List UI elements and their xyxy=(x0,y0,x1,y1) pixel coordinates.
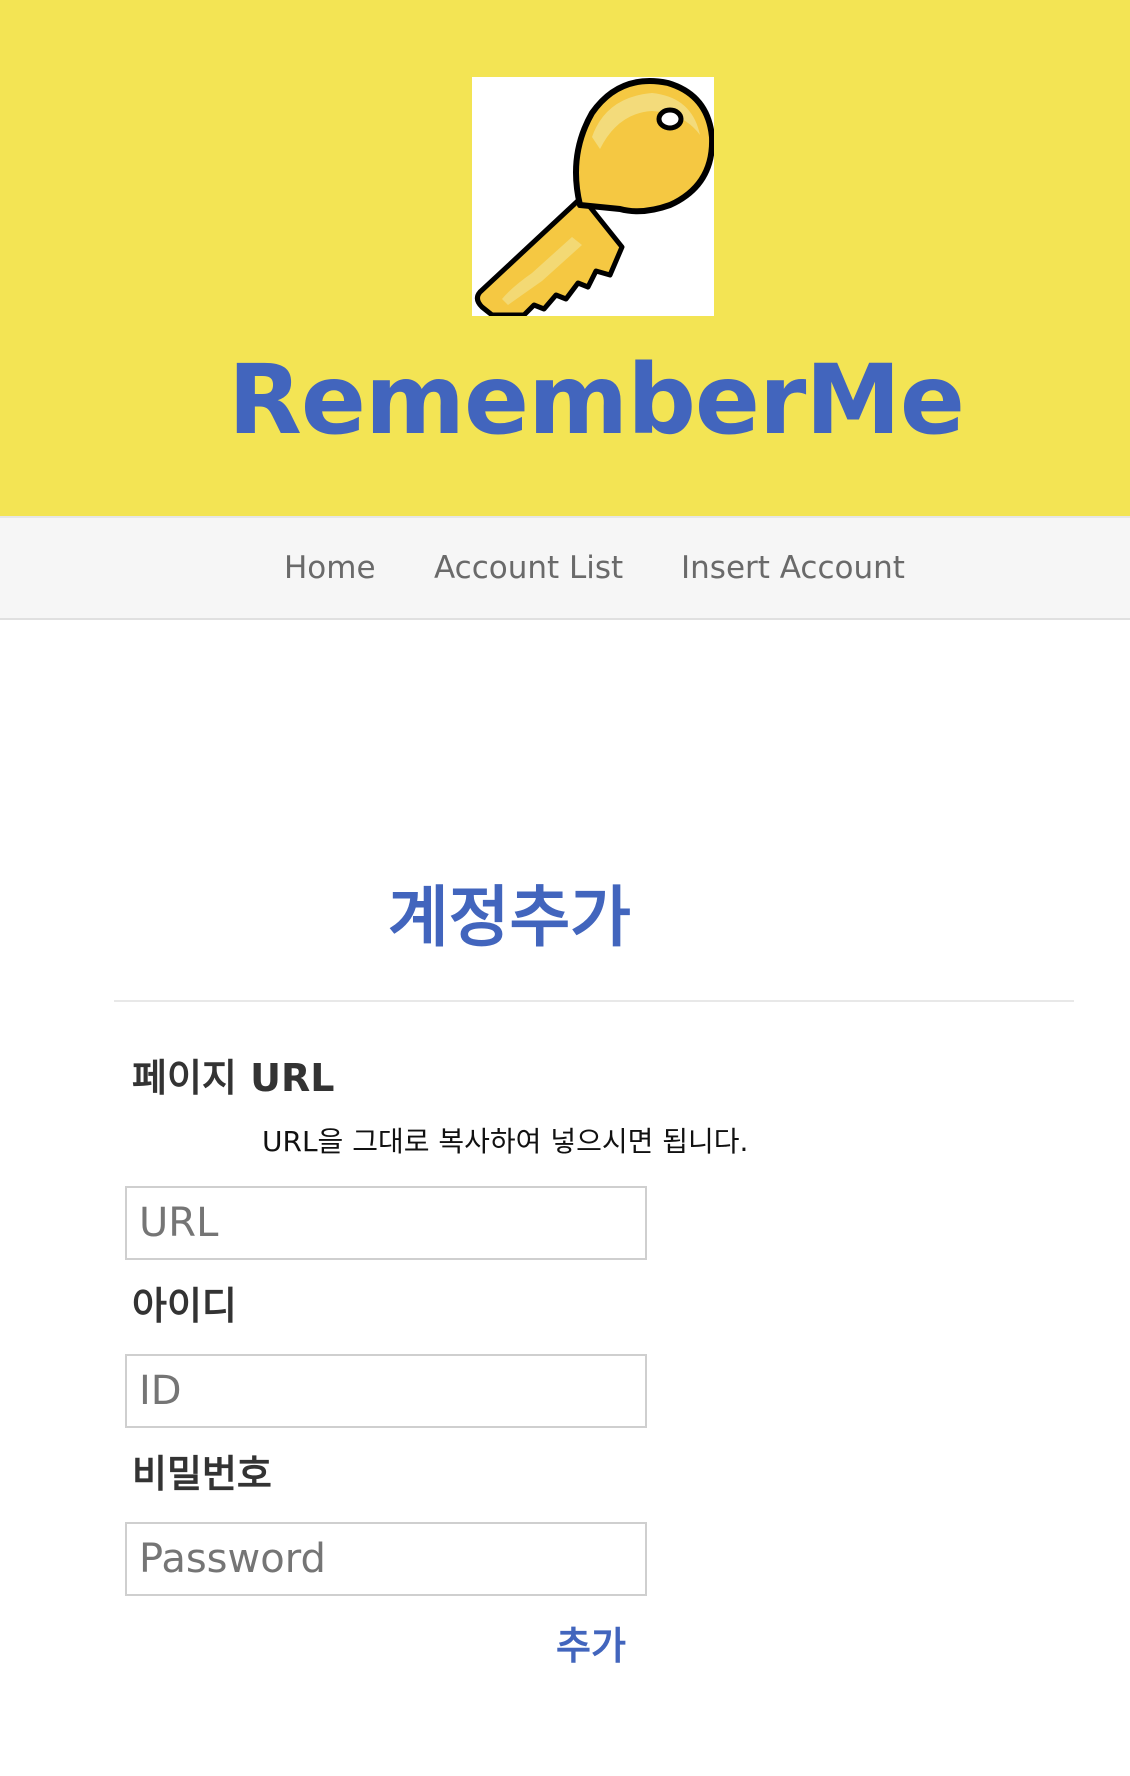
logo[interactable] xyxy=(472,77,714,316)
key-icon xyxy=(474,78,714,316)
nav-account-list[interactable]: Account List xyxy=(434,548,623,588)
main-nav: Home Account List Insert Account xyxy=(0,516,1130,620)
url-label: 페이지 URL xyxy=(132,1056,335,1100)
add-button[interactable]: 추가 xyxy=(556,1622,626,1670)
id-input[interactable] xyxy=(125,1354,647,1428)
nav-home[interactable]: Home xyxy=(284,548,376,588)
id-label: 아이디 xyxy=(132,1284,237,1328)
nav-insert-account[interactable]: Insert Account xyxy=(681,548,905,588)
password-input[interactable] xyxy=(125,1522,647,1596)
url-input[interactable] xyxy=(125,1186,647,1260)
page-title: 계정추가 xyxy=(388,879,631,956)
password-label: 비밀번호 xyxy=(132,1452,272,1496)
url-hint: URL을 그대로 복사하여 넣으시면 됩니다. xyxy=(262,1125,749,1158)
divider xyxy=(114,1000,1074,1002)
brand-title: RememberMe xyxy=(227,344,965,456)
site-header: RememberMe xyxy=(0,0,1130,516)
page: RememberMe Home Account List Insert Acco… xyxy=(0,0,1130,1776)
